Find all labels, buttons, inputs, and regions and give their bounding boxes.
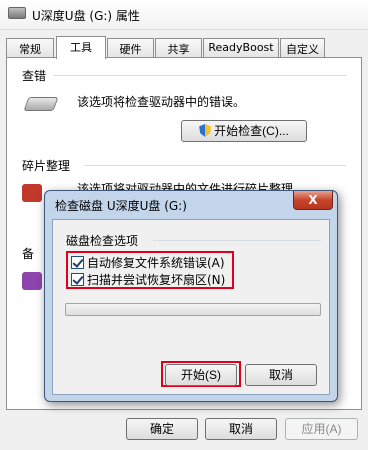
tab-customize[interactable]: 自定义	[280, 38, 325, 58]
disk-check-options-label: 磁盘检查选项	[66, 234, 139, 248]
scan-recover-checkbox[interactable]	[71, 273, 84, 286]
start-check-button-label: 开始检查(C)...	[214, 124, 289, 138]
dialog-start-button[interactable]: 开始(S)	[165, 364, 237, 386]
footer-bar: 确定 取消 应用(A)	[0, 410, 368, 450]
auto-fix-checkbox[interactable]	[71, 256, 84, 269]
title-bar[interactable]: U深度U盘 (G:) 属性	[0, 0, 368, 30]
drive-check-icon	[23, 97, 59, 111]
dialog-cancel-button[interactable]: 取消	[245, 364, 317, 386]
error-check-description: 该选项将检查驱动器中的错误。	[77, 95, 246, 109]
usb-drive-icon	[8, 7, 26, 19]
defrag-divider	[84, 165, 346, 166]
uac-shield-icon	[199, 124, 212, 137]
tab-hardware[interactable]: 硬件	[107, 38, 154, 58]
window-title: U深度U盘 (G:) 属性	[32, 9, 140, 23]
defrag-label: 碎片整理	[22, 159, 71, 173]
auto-fix-option[interactable]: 自动修复文件系统错误(A)	[71, 254, 225, 271]
scan-recover-option[interactable]: 扫描并尝试恢复坏扇区(N)	[71, 271, 225, 288]
ok-button[interactable]: 确定	[126, 418, 198, 440]
options-divider	[153, 240, 321, 241]
defrag-icon	[22, 184, 42, 202]
tab-readyboost[interactable]: ReadyBoost	[203, 38, 279, 58]
close-icon[interactable]: X	[293, 191, 333, 210]
cancel-button[interactable]: 取消	[205, 418, 277, 440]
dialog-body: 磁盘检查选项 自动修复文件系统错误(A) 扫描并尝试恢复坏扇区(N) 开始(S)…	[52, 219, 330, 395]
error-check-label: 查错	[22, 69, 47, 83]
tab-tools[interactable]: 工具	[56, 36, 106, 59]
tab-strip: 常规 工具 硬件 共享 ReadyBoost 自定义	[6, 36, 362, 59]
backup-icon	[22, 272, 42, 290]
apply-button[interactable]: 应用(A)	[285, 418, 358, 440]
auto-fix-label: 自动修复文件系统错误(A)	[87, 256, 225, 270]
scan-recover-label: 扫描并尝试恢复坏扇区(N)	[87, 273, 226, 287]
backup-label: 备	[22, 247, 35, 261]
error-check-divider	[54, 75, 346, 76]
dialog-title[interactable]: 检查磁盘 U深度U盘 (G:)	[55, 197, 187, 214]
start-check-button[interactable]: 开始检查(C)...	[181, 120, 307, 142]
check-progress-bar	[65, 303, 321, 316]
tab-general[interactable]: 常规	[6, 38, 54, 58]
check-disk-dialog: 检查磁盘 U深度U盘 (G:) X 磁盘检查选项 自动修复文件系统错误(A) 扫…	[44, 190, 338, 402]
properties-window: U深度U盘 (G:) 属性 常规 工具 硬件 共享 ReadyBoost 自定义…	[0, 0, 368, 450]
tab-sharing[interactable]: 共享	[155, 38, 202, 58]
